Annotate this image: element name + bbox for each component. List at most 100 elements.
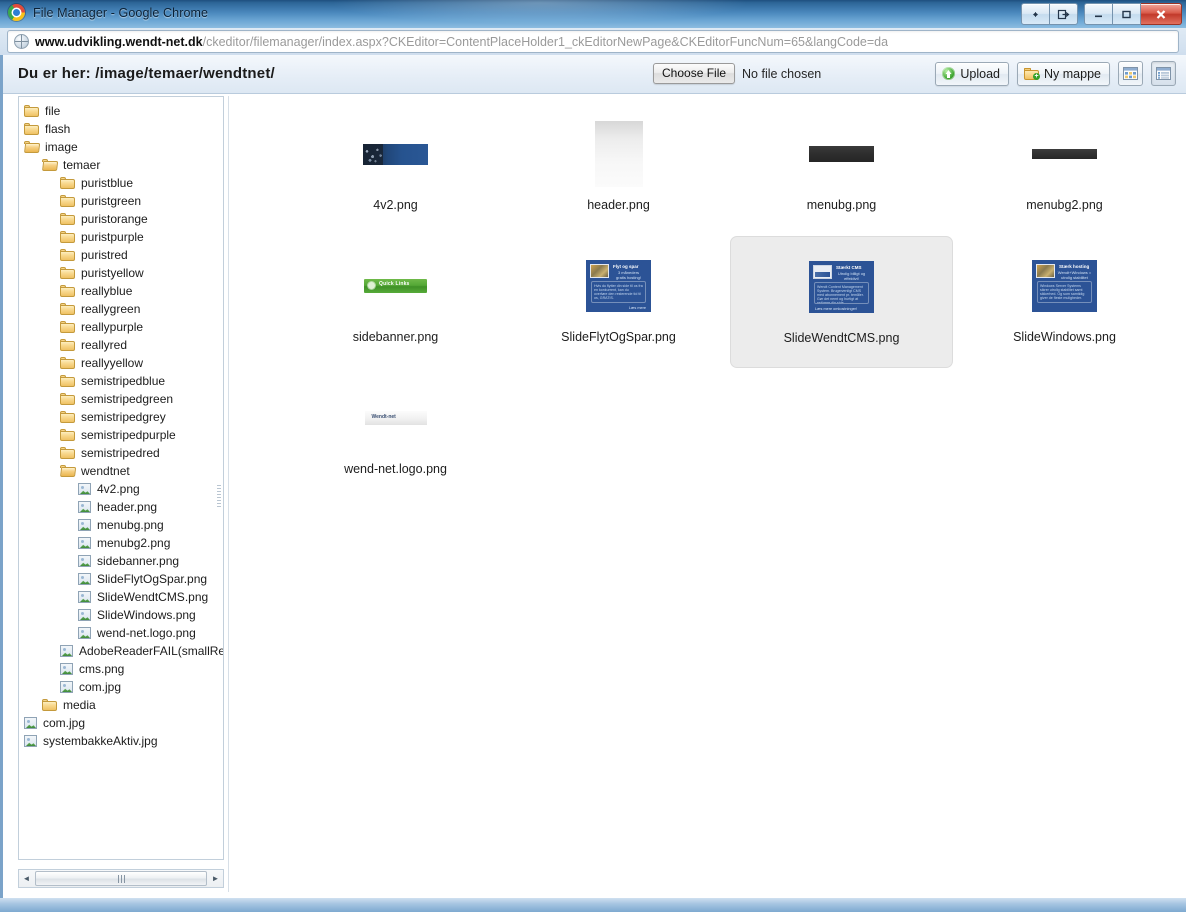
tree-scroll-grip[interactable] bbox=[217, 485, 221, 507]
resize-button[interactable] bbox=[1021, 3, 1050, 25]
folder-tree-panel[interactable]: file flash image temaer puristblue puristgree… bbox=[18, 96, 224, 860]
slide-body: Wendt Content Management System. Brugerv… bbox=[814, 282, 869, 304]
tree-node-label: semistripedblue bbox=[81, 374, 166, 388]
file-item[interactable]: Stærk hosting Wendt+Windows = utrolig sta… bbox=[953, 236, 1176, 368]
folder-icon bbox=[60, 177, 75, 189]
tree-file-node[interactable]: menubg2.png bbox=[24, 534, 223, 552]
slide-body: Windows Server Systems sikrer utrolig st… bbox=[1037, 281, 1092, 303]
file-item[interactable]: menubg2.png bbox=[953, 104, 1176, 236]
tree-folder-node[interactable]: puristpurple bbox=[24, 228, 223, 246]
folder-icon bbox=[60, 213, 75, 225]
file-thumbnail bbox=[762, 114, 922, 194]
tree-node-label: 4v2.png bbox=[97, 482, 140, 496]
new-folder-button[interactable]: + Ny mappe bbox=[1017, 61, 1110, 86]
tree-file-node[interactable]: sidebanner.png bbox=[24, 552, 223, 570]
tree-file-node[interactable]: systembakkeAktiv.jpg bbox=[24, 732, 223, 750]
tree-folder-node[interactable]: media bbox=[24, 696, 223, 714]
slide-subtitle: 3 måneders gratis hosting! bbox=[616, 270, 641, 280]
tree-folder-node[interactable]: temaer bbox=[24, 156, 223, 174]
file-name-label: SlideWindows.png bbox=[1013, 330, 1116, 344]
tree-folder-node[interactable]: wendtnet bbox=[24, 462, 223, 480]
tree-folder-node[interactable]: reallyblue bbox=[24, 282, 223, 300]
file-thumbnail bbox=[316, 114, 476, 194]
detach-tab-button[interactable] bbox=[1050, 3, 1078, 25]
file-item[interactable]: 4v2.png bbox=[284, 104, 507, 236]
minimize-button[interactable] bbox=[1084, 3, 1113, 25]
tree-folder-node[interactable]: semistripedpurple bbox=[24, 426, 223, 444]
tree-folder-node[interactable]: puristgreen bbox=[24, 192, 223, 210]
folder-icon bbox=[60, 285, 75, 297]
tree-folder-node[interactable]: flash bbox=[24, 120, 223, 138]
tree-folder-node[interactable]: puristred bbox=[24, 246, 223, 264]
tree-folder-node[interactable]: puristblue bbox=[24, 174, 223, 192]
breadcrumb-label: Du er her: bbox=[18, 65, 91, 82]
scroll-right-arrow-icon[interactable]: ► bbox=[208, 870, 223, 887]
tree-folder-node[interactable]: reallyred bbox=[24, 336, 223, 354]
file-name-label: menubg.png bbox=[806, 198, 877, 212]
tree-file-node[interactable]: header.png bbox=[24, 498, 223, 516]
toolbar-actions: Upload + Ny mappe bbox=[935, 61, 1176, 86]
folder-icon bbox=[60, 321, 75, 333]
tree-file-node[interactable]: com.jpg bbox=[24, 714, 223, 732]
tree-node-label: reallypurple bbox=[81, 320, 144, 334]
tree-folder-node[interactable]: image bbox=[24, 138, 223, 156]
tree-node-label: puristblue bbox=[81, 176, 134, 190]
tree-node-label: header.png bbox=[97, 500, 158, 514]
thumbnail-slide-windows: Stærk hosting Wendt+Windows = utrolig sta… bbox=[1032, 260, 1097, 312]
tree-node-label: temaer bbox=[63, 158, 101, 172]
window-bottom-edge bbox=[0, 898, 1186, 912]
thumbnail-menubg2 bbox=[1032, 149, 1097, 159]
tree-file-node[interactable]: AdobeReaderFAIL(smallRes). bbox=[24, 642, 223, 660]
tree-file-node[interactable]: SlideWendtCMS.png bbox=[24, 588, 223, 606]
tree-folder-node[interactable]: reallypurple bbox=[24, 318, 223, 336]
thumbnail-menubg bbox=[809, 146, 874, 162]
tree-folder-node[interactable]: semistripedblue bbox=[24, 372, 223, 390]
tree-folder-node[interactable]: semistripedgrey bbox=[24, 408, 223, 426]
file-item[interactable]: header.png bbox=[507, 104, 730, 236]
tree-file-node[interactable]: SlideWindows.png bbox=[24, 606, 223, 624]
tree-folder-node[interactable]: file bbox=[24, 102, 223, 120]
browser-window: File Manager - Google Chrome www.udvikli… bbox=[0, 0, 1186, 898]
url-path: /ckeditor/filemanager/index.aspx?CKEdito… bbox=[202, 34, 889, 49]
maximize-button[interactable] bbox=[1113, 3, 1141, 25]
choose-file-button[interactable]: Choose File bbox=[653, 63, 736, 84]
tree-file-node[interactable]: SlideFlytOgSpar.png bbox=[24, 570, 223, 588]
tree-folder-node[interactable]: puristyellow bbox=[24, 264, 223, 282]
address-bar[interactable]: www.udvikling.wendt-net.dk/ckeditor/file… bbox=[7, 30, 1179, 53]
breadcrumb-path: /image/temaer/wendtnet/ bbox=[95, 65, 275, 82]
tree-node-label: SlideWindows.png bbox=[97, 608, 196, 622]
folder-icon bbox=[60, 303, 75, 315]
tree-file-node[interactable]: cms.png bbox=[24, 660, 223, 678]
tree-file-node[interactable]: wend-net.logo.png bbox=[24, 624, 223, 642]
tree-file-node[interactable]: menubg.png bbox=[24, 516, 223, 534]
tree-folder-node[interactable]: semistripedgreen bbox=[24, 390, 223, 408]
file-item[interactable]: menubg.png bbox=[730, 104, 953, 236]
close-button[interactable] bbox=[1141, 3, 1182, 25]
file-item[interactable]: Flyt og spar 3 måneders gratis hosting! Hvi… bbox=[507, 236, 730, 368]
tree-file-node[interactable]: 4v2.png bbox=[24, 480, 223, 498]
scrollbar-thumb[interactable] bbox=[35, 871, 207, 886]
tree-horizontal-scrollbar[interactable]: ◄ ► bbox=[18, 869, 224, 888]
slide-photo bbox=[1036, 264, 1055, 278]
file-item-selected[interactable]: Stærkt CMS Utrolig billigt og effektivt! W… bbox=[730, 236, 953, 368]
file-item[interactable]: Quick Links sidebanner.png bbox=[284, 236, 507, 368]
file-item[interactable]: Wendt-net wend-net.logo.png bbox=[284, 368, 507, 500]
image-file-icon bbox=[60, 645, 73, 657]
file-input-group: Choose File No file chosen bbox=[653, 63, 821, 84]
tree-node-label: puristpurple bbox=[81, 230, 144, 244]
thumbnail-view-button[interactable] bbox=[1118, 61, 1143, 86]
image-file-icon bbox=[78, 555, 91, 567]
thumbnail-header bbox=[594, 121, 643, 187]
folder-icon bbox=[60, 447, 75, 459]
file-grid-panel: 4v2.png header.png menubg.png menubg2.png Qu… bbox=[228, 96, 1183, 892]
folder-icon bbox=[60, 231, 75, 243]
tree-folder-node[interactable]: reallyyellow bbox=[24, 354, 223, 372]
list-view-button[interactable] bbox=[1151, 61, 1176, 86]
tree-node-label: SlideFlytOgSpar.png bbox=[97, 572, 208, 586]
tree-folder-node[interactable]: semistripedred bbox=[24, 444, 223, 462]
upload-button[interactable]: Upload bbox=[935, 61, 1010, 86]
scroll-left-arrow-icon[interactable]: ◄ bbox=[19, 870, 34, 887]
tree-file-node[interactable]: com.jpg bbox=[24, 678, 223, 696]
tree-folder-node[interactable]: reallygreen bbox=[24, 300, 223, 318]
tree-folder-node[interactable]: puristorange bbox=[24, 210, 223, 228]
